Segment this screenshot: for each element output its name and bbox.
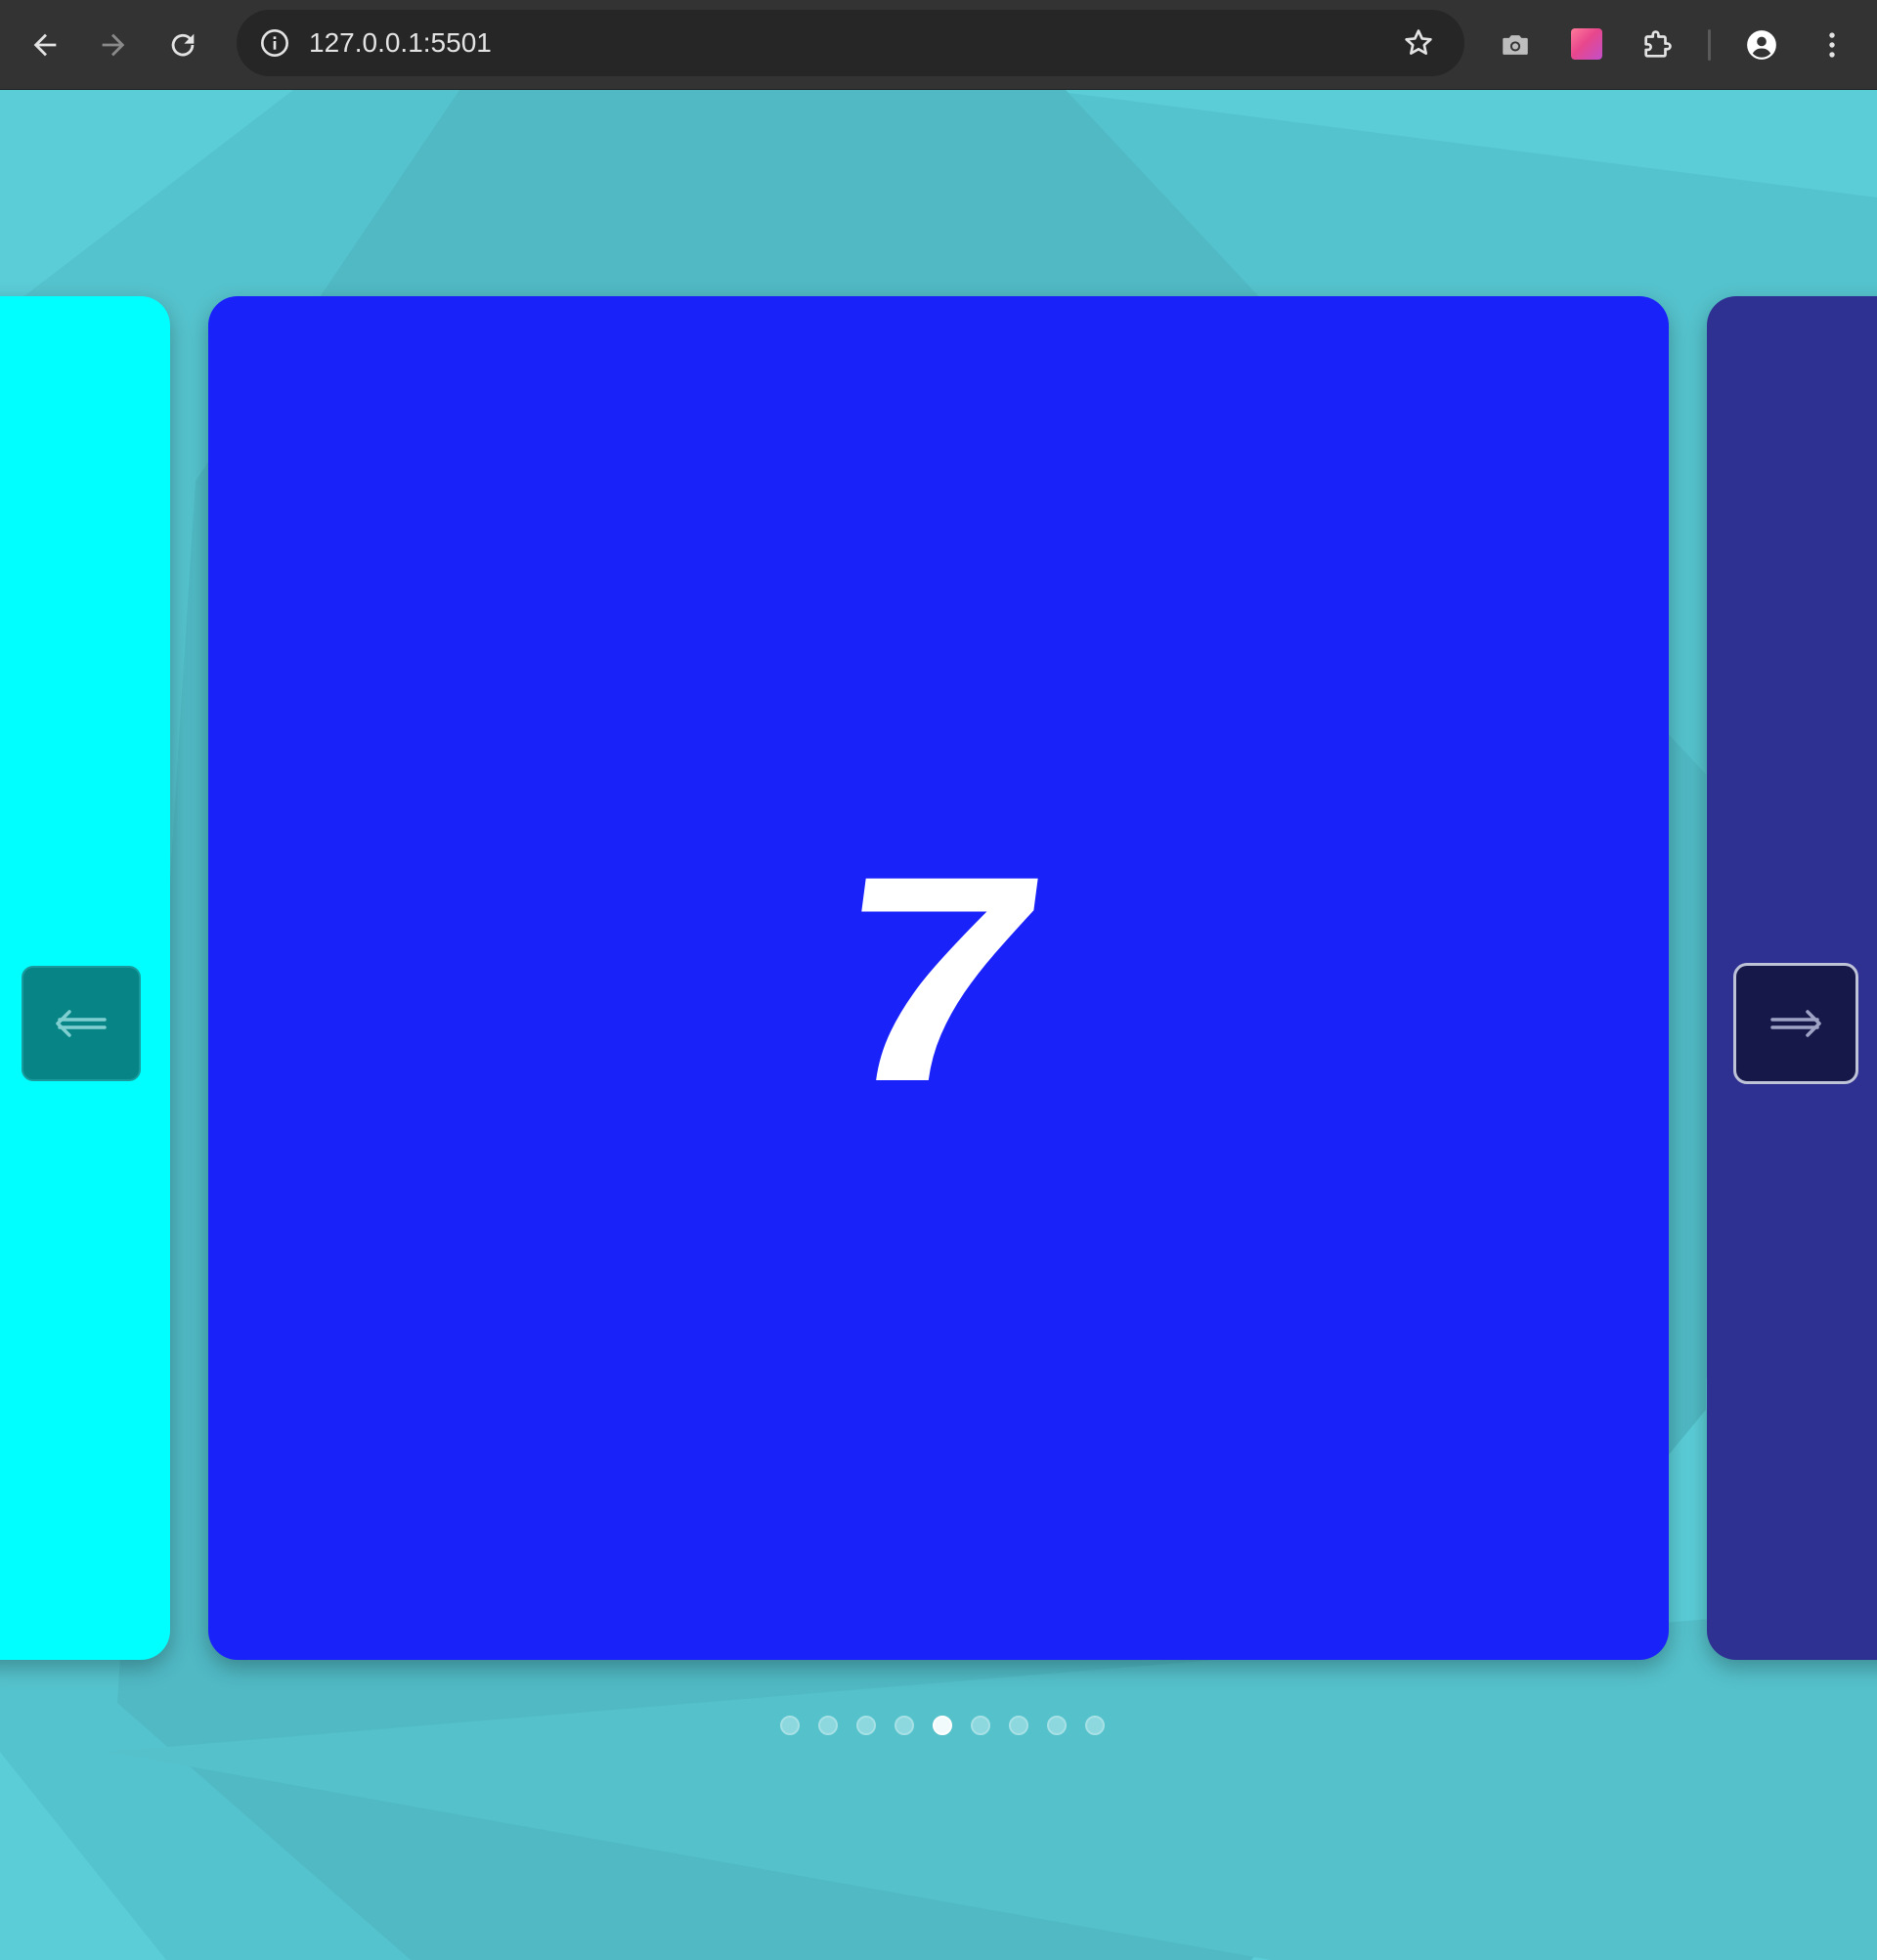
arrow-right-icon xyxy=(1770,1010,1821,1037)
extensions-button[interactable] xyxy=(1632,20,1682,70)
forward-button[interactable] xyxy=(88,20,139,70)
reload-button[interactable] xyxy=(157,20,208,70)
browser-toolbar: 127.0.0.1:5501 xyxy=(0,0,1877,90)
pagination-dot-active[interactable] xyxy=(932,1716,952,1735)
pagination-dot[interactable] xyxy=(779,1716,800,1735)
pagination-dot[interactable] xyxy=(1046,1716,1067,1735)
address-bar[interactable]: 127.0.0.1:5501 xyxy=(237,10,1464,76)
star-icon xyxy=(1405,29,1432,55)
pagination-dot[interactable] xyxy=(970,1716,990,1735)
current-slide: 7 xyxy=(208,296,1669,1660)
camera-icon xyxy=(1503,35,1528,55)
profile-button[interactable] xyxy=(1736,20,1787,70)
pagination-dot[interactable] xyxy=(855,1716,876,1735)
reload-icon xyxy=(171,33,195,57)
pagination-dot[interactable] xyxy=(1008,1716,1028,1735)
profile-icon xyxy=(1747,30,1776,60)
menu-button[interactable] xyxy=(1807,20,1857,70)
toolbar-divider xyxy=(1708,29,1711,61)
site-info-button[interactable] xyxy=(250,19,299,67)
back-button[interactable] xyxy=(20,20,70,70)
arrow-left-icon xyxy=(56,1010,107,1037)
previous-button[interactable] xyxy=(22,966,141,1081)
gradient-swatch-icon[interactable] xyxy=(1571,28,1602,60)
puzzle-icon xyxy=(1644,30,1672,58)
kebab-menu-icon xyxy=(1829,32,1835,58)
forward-arrow-icon xyxy=(102,33,125,57)
bookmark-button[interactable] xyxy=(1394,19,1443,67)
slide-number: 7 xyxy=(814,813,1063,1143)
pagination-dots xyxy=(0,1716,1877,1735)
info-icon xyxy=(261,29,288,57)
camera-extension-button[interactable] xyxy=(1490,20,1541,70)
page-content: 7 xyxy=(0,90,1877,1960)
next-button[interactable] xyxy=(1733,963,1858,1084)
back-arrow-icon xyxy=(33,33,57,57)
url-text[interactable]: 127.0.0.1:5501 xyxy=(309,10,492,76)
pagination-dot[interactable] xyxy=(1084,1716,1105,1735)
pagination-dot[interactable] xyxy=(894,1716,914,1735)
pagination-dot[interactable] xyxy=(817,1716,838,1735)
